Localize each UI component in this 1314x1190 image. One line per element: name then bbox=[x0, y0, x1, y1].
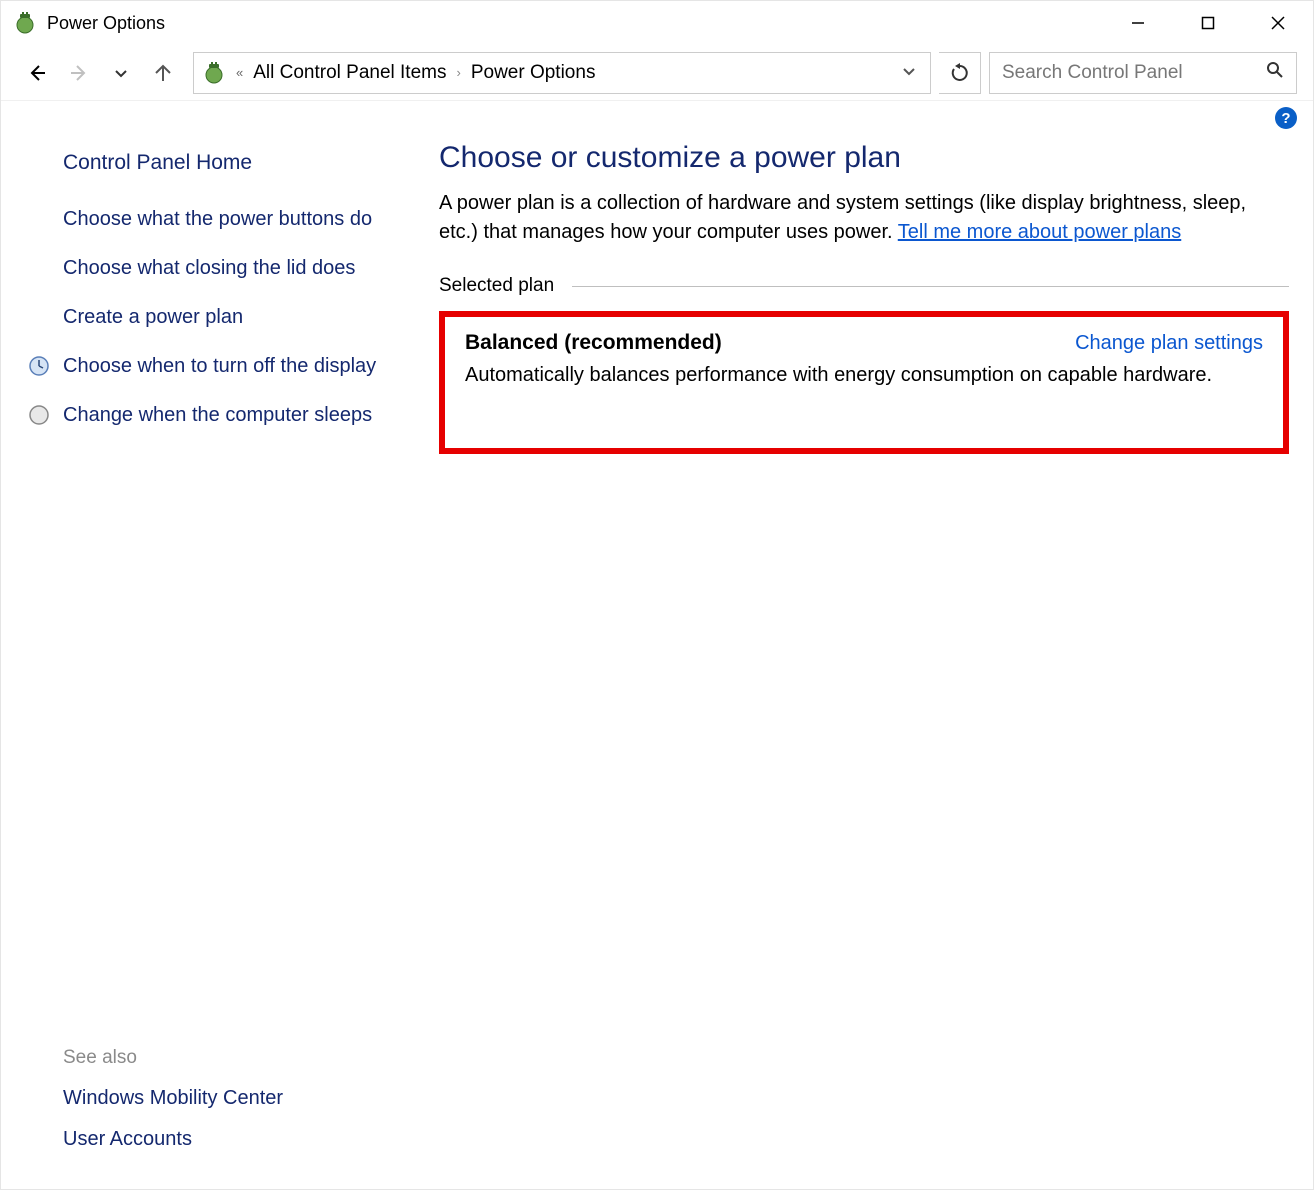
chevron-left-icon: « bbox=[236, 65, 243, 80]
address-bar[interactable]: « All Control Panel Items › Power Option… bbox=[193, 52, 931, 94]
moon-icon bbox=[27, 403, 51, 427]
breadcrumb-item[interactable]: All Control Panel Items bbox=[253, 62, 446, 84]
chevron-down-icon[interactable] bbox=[902, 64, 916, 82]
up-button[interactable] bbox=[151, 61, 175, 85]
sidebar-item-computer-sleeps[interactable]: Change when the computer sleeps bbox=[21, 401, 395, 430]
sidebar-item-turn-off-display[interactable]: Choose when to turn off the display bbox=[21, 352, 395, 381]
see-also-mobility-center[interactable]: Windows Mobility Center bbox=[63, 1087, 395, 1110]
tell-me-more-link[interactable]: Tell me more about power plans bbox=[898, 221, 1181, 243]
sidebar-item-power-buttons[interactable]: Choose what the power buttons do bbox=[21, 205, 395, 234]
back-button[interactable] bbox=[25, 61, 49, 85]
window-title: Power Options bbox=[47, 13, 165, 34]
plan-name: Balanced (recommended) bbox=[465, 331, 722, 355]
refresh-button[interactable] bbox=[939, 52, 981, 94]
recent-locations-button[interactable] bbox=[109, 61, 133, 85]
page-description: A power plan is a collection of hardware… bbox=[439, 189, 1289, 247]
section-title: Selected plan bbox=[439, 275, 554, 297]
search-icon bbox=[1266, 61, 1284, 85]
toolbar: « All Control Panel Items › Power Option… bbox=[1, 45, 1313, 101]
blank-icon bbox=[27, 256, 51, 280]
search-input[interactable]: Search Control Panel bbox=[989, 52, 1297, 94]
sidebar-item-create-plan[interactable]: Create a power plan bbox=[21, 303, 395, 332]
search-placeholder: Search Control Panel bbox=[1002, 62, 1183, 84]
blank-icon bbox=[27, 207, 51, 231]
plan-description: Automatically balances performance with … bbox=[465, 361, 1263, 390]
titlebar: Power Options bbox=[1, 1, 1313, 45]
see-also-user-accounts[interactable]: User Accounts bbox=[63, 1128, 395, 1151]
clock-icon bbox=[27, 354, 51, 378]
close-button[interactable] bbox=[1243, 1, 1313, 45]
main-content: Choose or customize a power plan A power… bbox=[415, 129, 1313, 1189]
page-heading: Choose or customize a power plan bbox=[439, 141, 1289, 175]
minimize-button[interactable] bbox=[1103, 1, 1173, 45]
control-panel-home-link[interactable]: Control Panel Home bbox=[63, 151, 395, 175]
change-plan-settings-link[interactable]: Change plan settings bbox=[1075, 332, 1263, 355]
see-also-header: See also bbox=[63, 1047, 395, 1069]
divider bbox=[572, 286, 1289, 287]
maximize-button[interactable] bbox=[1173, 1, 1243, 45]
selected-plan-highlight: Balanced (recommended) Change plan setti… bbox=[439, 311, 1289, 454]
blank-icon bbox=[27, 305, 51, 329]
sidebar-item-closing-lid[interactable]: Choose what closing the lid does bbox=[21, 254, 395, 283]
power-options-icon bbox=[13, 11, 37, 35]
sidebar: Control Panel Home Choose what the power… bbox=[1, 129, 415, 1189]
breadcrumb-item[interactable]: Power Options bbox=[471, 62, 596, 84]
chevron-right-icon: › bbox=[456, 65, 460, 80]
power-options-icon bbox=[202, 61, 226, 85]
help-icon[interactable]: ? bbox=[1275, 107, 1297, 129]
forward-button[interactable] bbox=[67, 61, 91, 85]
